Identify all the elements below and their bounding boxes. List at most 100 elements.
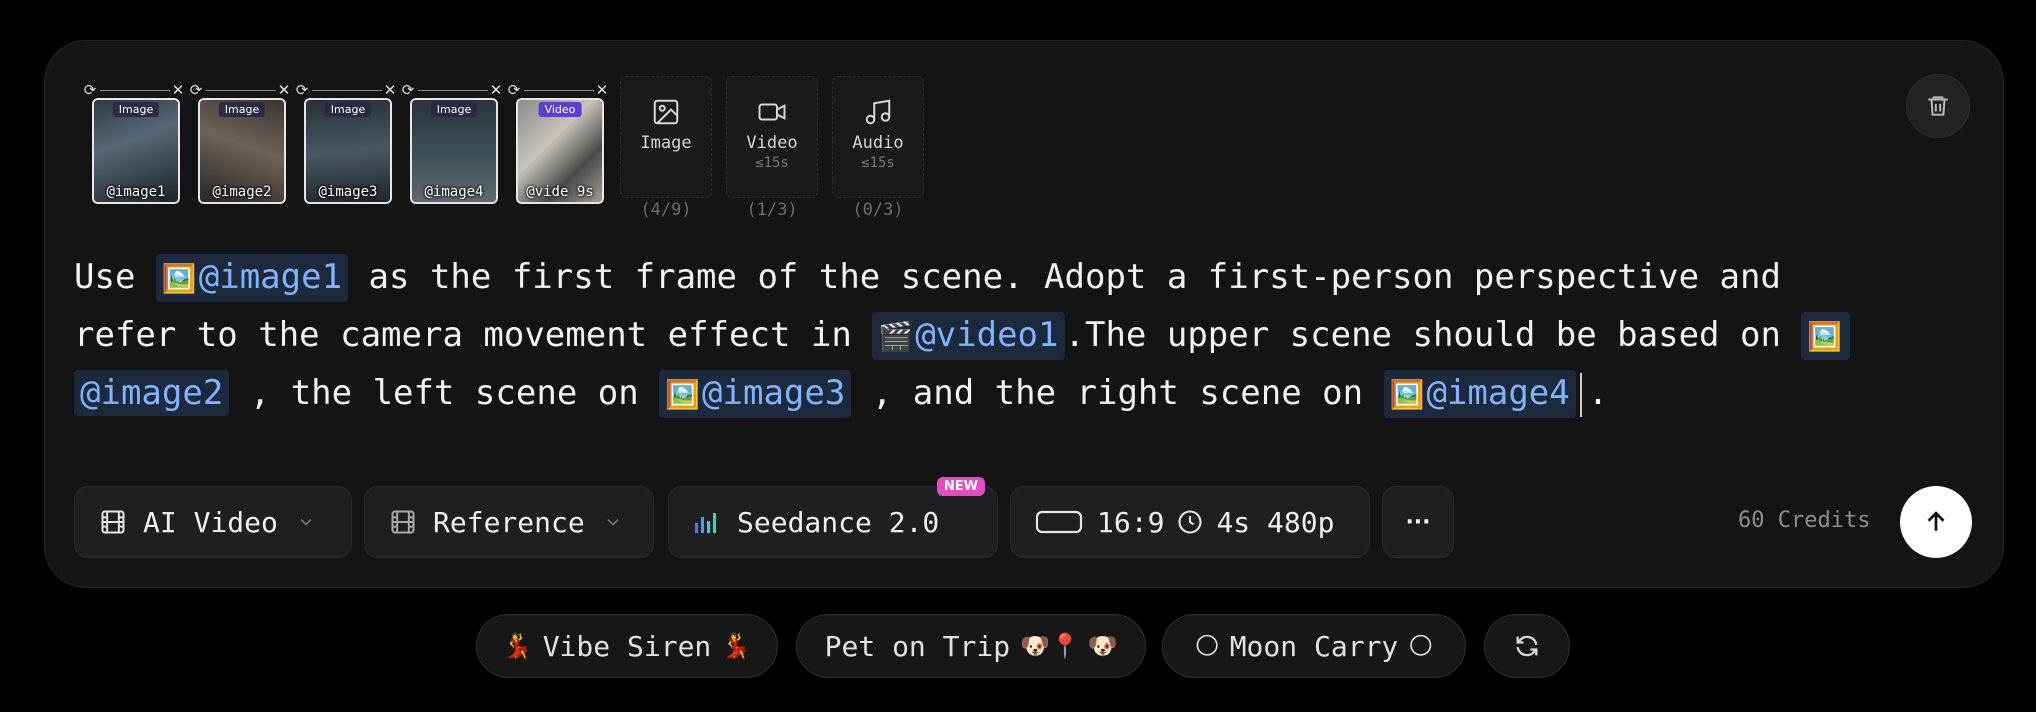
reference-label: @video1 xyxy=(915,315,1059,355)
prompt-text: refer to the camera movement effect in xyxy=(74,315,873,355)
replace-icon[interactable]: ⟳ xyxy=(398,80,418,100)
image-reference-chip[interactable]: 🖼️ xyxy=(1801,312,1851,360)
text-caret xyxy=(1579,372,1582,417)
divider xyxy=(100,90,170,91)
divider xyxy=(312,90,382,91)
close-icon[interactable]: ✕ xyxy=(592,80,612,100)
image-thumbnail: Image @image3 xyxy=(304,98,392,204)
thumb-caption: @image1 xyxy=(106,184,166,200)
music-note-icon xyxy=(865,99,891,125)
type-tag: Video xyxy=(538,102,582,117)
image-reference-chip[interactable]: @image2 xyxy=(74,370,230,416)
aspect-ratio-label: 16:9 xyxy=(1097,505,1165,539)
type-tag: Image xyxy=(430,102,478,117)
film-icon xyxy=(389,508,417,536)
prompt-text: , and the right scene on xyxy=(851,373,1384,413)
refresh-icon xyxy=(1516,635,1538,657)
close-icon[interactable]: ✕ xyxy=(274,80,294,100)
reference-label: @image4 xyxy=(1426,373,1570,413)
clear-button[interactable] xyxy=(1906,74,1970,138)
dog-pin-icon: 🐶📍 🐶 xyxy=(1020,632,1118,660)
image-reference-chip[interactable]: 🖼️@image4 xyxy=(1383,370,1576,418)
prompt-text: . xyxy=(1587,373,1609,413)
type-tag: Image xyxy=(218,102,266,117)
dancer-icon: 💃 xyxy=(721,632,752,660)
prompt-line-3: @image2 , the left scene on 🖼️@image3 , … xyxy=(74,364,1954,422)
trash-icon xyxy=(1928,96,1948,116)
film-icon xyxy=(99,508,127,536)
model-selector[interactable]: Seedance 2.0 NEW xyxy=(668,477,998,558)
mode-label: AI Video xyxy=(143,505,278,539)
close-icon[interactable]: ✕ xyxy=(380,80,400,100)
picture-icon: 🖼️ xyxy=(1807,320,1843,353)
upload-video-button[interactable]: Video ≤15s xyxy=(726,76,818,198)
dancer-icon: 💃 xyxy=(502,632,533,660)
suggestion-chip[interactable]: Pet on Trip 🐶📍 🐶 xyxy=(796,614,1146,678)
thumb-caption: @image4 xyxy=(424,184,484,200)
reference-label: @image3 xyxy=(702,373,846,413)
image-thumbnail: Image @image1 xyxy=(92,98,180,204)
upload-count: (4/9) xyxy=(640,200,692,220)
clock-icon xyxy=(1176,508,1204,536)
thumb-caption: @vide 9s xyxy=(518,184,602,200)
prompt-text: Use xyxy=(74,257,156,297)
arrow-up-icon xyxy=(1927,511,1945,531)
suggestion-chip[interactable]: 🌕 Moon Carry 🌕 xyxy=(1162,614,1466,678)
video-reference-chip[interactable]: 🎬@video1 xyxy=(872,312,1065,360)
chevron-down-icon xyxy=(603,512,623,532)
credits-label: 60 Credits xyxy=(1738,508,1871,533)
prompt-line-1: Use 🖼️@image1 as the first frame of the … xyxy=(74,248,1954,306)
moon-icon: 🌕 xyxy=(1408,632,1434,660)
upload-label: Image xyxy=(640,133,692,153)
type-tag: Image xyxy=(324,102,372,117)
replace-icon[interactable]: ⟳ xyxy=(80,80,100,100)
upload-count: (0/3) xyxy=(852,200,904,220)
video-camera-icon xyxy=(758,103,786,121)
reference-label: @image2 xyxy=(80,373,224,413)
upload-audio-button[interactable]: Audio ≤15s xyxy=(832,76,924,198)
picture-icon: 🖼️ xyxy=(1389,378,1425,411)
close-icon[interactable]: ✕ xyxy=(486,80,506,100)
reference-label: @image1 xyxy=(198,257,343,297)
refresh-suggestions-button[interactable] xyxy=(1484,614,1570,678)
moon-icon: 🌕 xyxy=(1194,632,1220,660)
upload-limit: ≤15s xyxy=(755,155,789,171)
prompt-text: .The upper scene should be based on xyxy=(1064,315,1802,355)
suggestion-label: Vibe Siren xyxy=(542,629,712,663)
new-badge: NEW xyxy=(936,477,985,496)
more-options-button[interactable]: ··· xyxy=(1382,486,1454,558)
replace-icon[interactable]: ⟳ xyxy=(292,80,312,100)
image-thumbnail: Image @image2 xyxy=(198,98,286,204)
suggestion-chip[interactable]: 💃 Vibe Siren 💃 xyxy=(476,614,778,678)
image-icon xyxy=(653,99,679,125)
image-reference-chip[interactable]: 🖼️@image1 xyxy=(155,254,349,302)
upload-limit: ≤15s xyxy=(861,155,895,171)
clapperboard-icon: 🎬 xyxy=(878,320,914,353)
chevron-down-icon xyxy=(296,512,316,532)
prompt-text: as the first frame of the scene. Adopt a… xyxy=(348,257,1781,297)
picture-icon: 🖼️ xyxy=(665,378,701,411)
image-reference-chip[interactable]: 🖼️@image3 xyxy=(659,370,852,418)
video-thumbnail: Video @vide 9s xyxy=(516,98,604,204)
thumb-caption: @image2 xyxy=(212,184,272,200)
thumb-caption-name: @vide xyxy=(526,184,569,200)
mode-dropdown[interactable]: AI Video xyxy=(74,486,352,558)
aspect-ratio-icon xyxy=(1035,508,1083,536)
replace-icon[interactable]: ⟳ xyxy=(186,80,206,100)
image-thumbnail: Image @image4 xyxy=(410,98,498,204)
send-button[interactable] xyxy=(1900,486,1972,558)
upload-label: Audio xyxy=(852,133,904,153)
close-icon[interactable]: ✕ xyxy=(168,80,188,100)
upload-image-button[interactable]: Image xyxy=(620,76,712,198)
suggestion-label: Moon Carry xyxy=(1229,629,1399,663)
prompt-text: , the left scene on xyxy=(229,373,660,413)
duration-resolution-label: 4s 480p xyxy=(1216,505,1335,539)
video-settings-button[interactable]: 16:9 4s 480p xyxy=(1010,486,1370,558)
replace-icon[interactable]: ⟳ xyxy=(504,80,524,100)
model-label: Seedance 2.0 xyxy=(737,505,940,539)
thumb-caption: @image3 xyxy=(318,184,378,200)
prompt-textarea[interactable]: Use 🖼️@image1 as the first frame of the … xyxy=(74,248,1954,422)
signal-bars-icon xyxy=(693,509,721,535)
reference-dropdown[interactable]: Reference xyxy=(364,486,654,558)
divider xyxy=(206,90,276,91)
